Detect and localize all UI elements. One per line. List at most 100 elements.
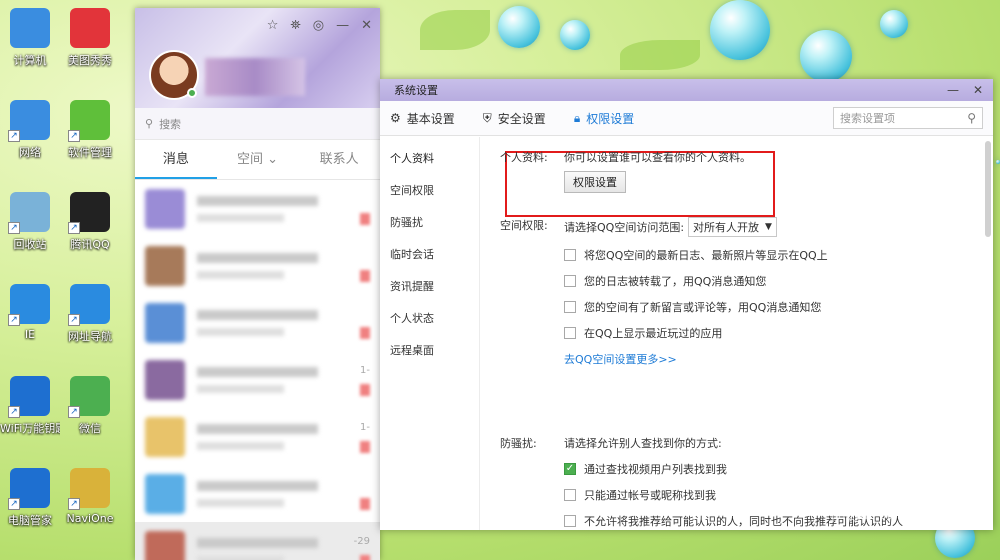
settings-icon[interactable]: ◎ xyxy=(313,18,324,33)
gear-icon: ⚙ xyxy=(390,111,401,125)
desktop-icon[interactable]: ↗ 回收站 xyxy=(0,192,60,252)
checkbox[interactable] xyxy=(564,489,576,501)
checkbox-label: 您的日志被转载了，用QQ消息通知您 xyxy=(584,275,767,288)
option-row: 将您QQ空间的最新日志、最新照片等显示在QQ上 xyxy=(564,247,973,263)
left-menu-status[interactable]: 个人状态 xyxy=(380,303,479,335)
unread-badge xyxy=(360,384,370,396)
shortcut-arrow-icon: ↗ xyxy=(8,314,20,326)
space-more-link[interactable]: 去QQ空间设置更多>> xyxy=(564,351,973,367)
checkbox[interactable] xyxy=(564,249,576,261)
left-menu-temp-chat[interactable]: 临时会话 xyxy=(380,239,479,271)
profile-label: 个人资料: xyxy=(500,151,548,164)
shortcut-arrow-icon: ↗ xyxy=(68,406,80,418)
tab-security-settings[interactable]: ⛨ 安全设置 xyxy=(483,110,546,127)
tab-space[interactable]: 空间 ⌄ xyxy=(217,140,299,179)
blurred-nickname xyxy=(205,58,305,96)
space-label: 空间权限: xyxy=(500,219,548,232)
checkbox[interactable]: ✓ xyxy=(564,463,576,475)
avatar xyxy=(145,359,185,400)
search-icon[interactable]: ⚲ xyxy=(967,111,976,125)
desktop-icon[interactable]: ↗ 微信 xyxy=(60,376,120,436)
app-icon: ↗ xyxy=(8,100,50,142)
qq-top-toolbar: ☆ ⛯ ◎ — ✕ xyxy=(267,18,372,33)
qq-header: ☆ ⛯ ◎ — ✕ xyxy=(135,8,380,108)
chat-list-item[interactable] xyxy=(135,237,380,294)
antiharass-label: 防骚扰: xyxy=(500,437,537,450)
avatar xyxy=(145,530,185,560)
shirt-icon[interactable]: ⛯ xyxy=(290,18,300,33)
app-icon: ↗ xyxy=(68,284,110,326)
tab-messages[interactable]: 消息 xyxy=(135,140,217,179)
chat-list-item[interactable]: 1- xyxy=(135,351,380,408)
app-icon: ↗ xyxy=(68,468,110,510)
search-icon: ⚲ xyxy=(145,117,154,130)
desktop-icon[interactable]: ↗ 网络 xyxy=(0,100,60,160)
desktop-icon-label: 软件管理 xyxy=(68,146,112,159)
space-section: 空间权限: 请选择QQ空间访问范围: 对所有人开放 ▼ 将您QQ空间的最新日志、… xyxy=(500,217,973,367)
desktop-icon-label: 网络 xyxy=(19,146,41,159)
left-menu-antiharass[interactable]: 防骚扰 xyxy=(380,207,479,239)
unread-badge xyxy=(360,270,370,282)
checkbox[interactable] xyxy=(564,327,576,339)
settings-nav: ⚙ 基本设置 ⛨ 安全设置 🔒︎ 权限设置 搜索设置项 ⚲ xyxy=(380,101,993,136)
desktop-icon[interactable]: ↗ NaviOne xyxy=(60,468,120,525)
close-icon[interactable]: ✕ xyxy=(973,83,983,97)
settings-search-input[interactable]: 搜索设置项 ⚲ xyxy=(833,107,983,129)
checkbox[interactable] xyxy=(564,515,576,527)
chat-list-item[interactable] xyxy=(135,294,380,351)
desktop-icon[interactable]: ↗ 电脑管家 xyxy=(0,468,60,528)
scrollbar[interactable] xyxy=(985,141,991,237)
desktop-icon[interactable]: 美图秀秀 xyxy=(60,8,120,68)
desktop-icon[interactable]: ↗ 软件管理 xyxy=(60,100,120,160)
option-row: 您的日志被转载了，用QQ消息通知您 xyxy=(564,273,973,289)
minimize-icon[interactable]: — xyxy=(947,83,959,97)
checkbox-label: 将您QQ空间的最新日志、最新照片等显示在QQ上 xyxy=(584,249,828,262)
desktop-icon[interactable]: ↗ WiFi万能钥匙 xyxy=(0,376,60,436)
option-row: 在QQ上显示最近玩过的应用 xyxy=(564,325,973,341)
shortcut-arrow-icon: ↗ xyxy=(68,498,80,510)
chat-list-item[interactable]: 1- xyxy=(135,408,380,465)
desktop-icon[interactable]: ↗ IE xyxy=(0,284,60,341)
avatar[interactable] xyxy=(149,50,199,100)
permission-settings-button[interactable]: 权限设置 xyxy=(564,171,626,193)
left-menu-remote[interactable]: 远程桌面 xyxy=(380,335,479,367)
desktop-icon-label: 计算机 xyxy=(13,54,47,67)
unread-badge xyxy=(360,498,370,510)
avatar xyxy=(145,188,185,229)
tab-basic-settings[interactable]: ⚙ 基本设置 xyxy=(390,110,455,127)
antiharass-prompt: 请选择允许别人查找到你的方式: xyxy=(564,437,722,450)
left-menu-profile[interactable]: 个人资料 xyxy=(380,143,479,175)
desktop-icon-label: IE xyxy=(24,328,36,341)
tab-permission-settings[interactable]: 🔒︎ 权限设置 xyxy=(574,110,634,127)
app-icon: ↗ xyxy=(8,376,50,418)
left-menu-space[interactable]: 空间权限 xyxy=(380,175,479,207)
shortcut-arrow-icon: ↗ xyxy=(68,222,80,234)
desktop-icon[interactable]: 计算机 xyxy=(0,8,60,68)
left-menu-news[interactable]: 资讯提醒 xyxy=(380,271,479,303)
app-icon: ↗ xyxy=(68,192,110,234)
unread-badge xyxy=(360,555,370,560)
chat-time: -29 xyxy=(353,536,370,547)
desktop-icon[interactable]: ↗ 腾讯QQ xyxy=(60,192,120,252)
desktop-icon[interactable]: ↗ 网址导航 xyxy=(60,284,120,344)
chat-list-item[interactable] xyxy=(135,465,380,522)
chat-list-item[interactable]: -29 xyxy=(135,522,380,560)
tab-contacts[interactable]: 联系人 xyxy=(298,140,380,179)
checkbox[interactable] xyxy=(564,275,576,287)
avatar xyxy=(145,245,185,286)
chat-list-item[interactable] xyxy=(135,180,380,237)
option-row: 您的空间有了新留言或评论等，用QQ消息通知您 xyxy=(564,299,973,315)
chat-time: 1- xyxy=(360,422,370,433)
avatar xyxy=(145,302,185,343)
space-access-dropdown[interactable]: 对所有人开放 ▼ xyxy=(688,217,777,237)
minimize-icon[interactable]: — xyxy=(336,18,349,33)
settings-left-menu: 个人资料 空间权限 防骚扰 临时会话 资讯提醒 个人状态 远程桌面 xyxy=(380,137,480,530)
desktop-icon-label: 美图秀秀 xyxy=(68,54,112,67)
app-icon xyxy=(70,8,110,48)
qq-search-box[interactable]: ⚲ 搜索 xyxy=(135,108,380,140)
star-icon[interactable]: ☆ xyxy=(267,18,279,33)
unread-badge xyxy=(360,441,370,453)
close-icon[interactable]: ✕ xyxy=(361,18,372,33)
lock-icon: 🔒︎ xyxy=(573,110,581,125)
checkbox[interactable] xyxy=(564,301,576,313)
